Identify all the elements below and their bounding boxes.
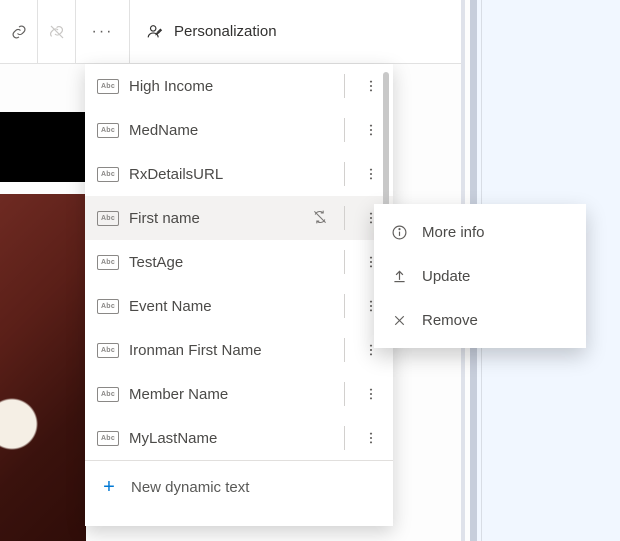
list-item-label: High Income: [129, 78, 330, 95]
menu-item-update[interactable]: Update: [374, 254, 586, 298]
menu-item-remove[interactable]: Remove: [374, 298, 586, 342]
text-type-badge: Abc: [97, 299, 119, 314]
unlink-icon-button[interactable]: [38, 0, 76, 64]
menu-item-label: Remove: [422, 312, 478, 329]
more-icon: ···: [92, 23, 114, 41]
more-vertical-icon: [364, 387, 378, 401]
close-icon: [391, 312, 408, 329]
list-item-label: MedName: [129, 122, 330, 139]
separator: [344, 74, 345, 98]
upload-icon: [390, 267, 408, 285]
more-vertical-icon: [364, 79, 378, 93]
separator: [344, 382, 345, 406]
separator: [344, 206, 345, 230]
menu-item-more-info[interactable]: More info: [374, 210, 586, 254]
separator: [344, 162, 345, 186]
list-item[interactable]: Abc MedName: [85, 108, 393, 152]
list-item[interactable]: Abc Member Name: [85, 372, 393, 416]
close-icon: [390, 311, 408, 329]
more-vertical-icon: [364, 431, 378, 445]
link-icon: [11, 24, 27, 40]
text-type-badge: Abc: [97, 343, 119, 358]
list-item[interactable]: Abc Event Name: [85, 284, 393, 328]
item-more-button[interactable]: [359, 162, 383, 186]
info-icon: [390, 223, 408, 241]
personalization-label: Personalization: [174, 23, 277, 40]
list-item[interactable]: Abc MyLastName: [85, 416, 393, 460]
separator: [344, 250, 345, 274]
list-item-label: RxDetailsURL: [129, 166, 330, 183]
sync-off-icon: [312, 209, 328, 225]
text-type-badge: Abc: [97, 79, 119, 94]
list-item-label: MyLastName: [129, 430, 330, 447]
link-icon-button[interactable]: [0, 0, 38, 64]
new-dynamic-text-button[interactable]: + New dynamic text: [85, 461, 393, 513]
new-dynamic-text-label: New dynamic text: [131, 479, 249, 496]
list-item[interactable]: Abc TestAge: [85, 240, 393, 284]
separator: [344, 426, 345, 450]
toolbar: ··· Personalization: [0, 0, 461, 64]
list-item-label: Ironman First Name: [129, 342, 330, 359]
plus-icon: +: [99, 476, 119, 499]
list-item[interactable]: Abc Ironman First Name: [85, 328, 393, 372]
item-more-button[interactable]: [359, 382, 383, 406]
personalization-button[interactable]: Personalization: [130, 23, 293, 41]
personalization-list: AbcHigh IncomeAbcMedNameAbcRxDetailsURLA…: [85, 64, 393, 526]
unlink-icon: [49, 24, 65, 40]
list-item[interactable]: Abc RxDetailsURL: [85, 152, 393, 196]
separator: [344, 338, 345, 362]
hero-image: [0, 194, 86, 541]
more-vertical-icon: [364, 123, 378, 137]
text-type-badge: Abc: [97, 431, 119, 446]
text-type-badge: Abc: [97, 167, 119, 182]
text-type-badge: Abc: [97, 255, 119, 270]
list-item-label: Member Name: [129, 386, 330, 403]
item-more-button[interactable]: [359, 118, 383, 142]
sync-off-indicator: [312, 209, 330, 227]
list-item[interactable]: Abc First name: [85, 196, 393, 240]
personalization-icon: [146, 23, 164, 41]
more-vertical-icon: [364, 167, 378, 181]
list-item[interactable]: Abc High Income: [85, 64, 393, 108]
personalization-panel: AbcHigh IncomeAbcMedNameAbcRxDetailsURLA…: [85, 64, 393, 526]
list-item-label: Event Name: [129, 298, 330, 315]
item-more-button[interactable]: [359, 426, 383, 450]
text-type-badge: Abc: [97, 387, 119, 402]
toolbar-more-button[interactable]: ···: [76, 0, 130, 64]
text-type-badge: Abc: [97, 211, 119, 226]
separator: [344, 294, 345, 318]
context-menu: More info Update Remove: [374, 204, 586, 348]
menu-item-label: Update: [422, 268, 470, 285]
list-item-label: First name: [129, 210, 302, 227]
separator: [344, 118, 345, 142]
hero-black-strip: [0, 112, 86, 182]
menu-item-label: More info: [422, 224, 485, 241]
text-type-badge: Abc: [97, 123, 119, 138]
info-icon: [391, 224, 408, 241]
list-item-label: TestAge: [129, 254, 330, 271]
upload-icon: [391, 268, 408, 285]
item-more-button[interactable]: [359, 74, 383, 98]
